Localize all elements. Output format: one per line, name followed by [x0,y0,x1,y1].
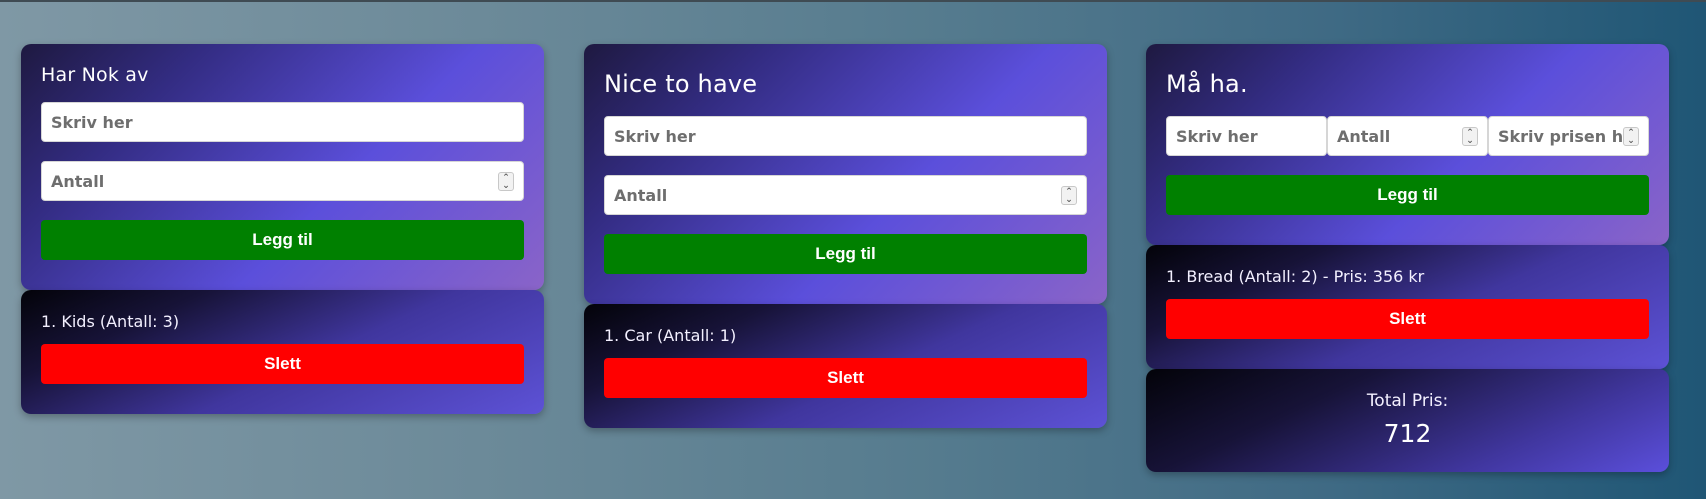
quantity-input[interactable]: Antall ⌃ ⌄ [1327,116,1488,156]
stepper-icon[interactable]: ⌃ ⌄ [498,172,514,191]
total-price-value: 712 [1383,419,1432,448]
total-price-label: Total Pris: [1366,391,1449,411]
item-name-input[interactable]: Skriv her [604,116,1087,156]
section-title: Må ha. [1166,70,1248,98]
total-price-card: Total Pris: 712 [1146,369,1669,472]
har-nok-av-column: Har Nok av Skriv her Antall ⌃ ⌄ Legg til … [21,44,544,414]
input-placeholder: Antall [51,171,105,191]
delete-button[interactable]: Slett [41,344,524,384]
list-item: 1. Bread (Antall: 2) - Pris: 356 kr [1166,267,1425,286]
input-placeholder: Antall [1337,126,1391,146]
item-name-input[interactable]: Skriv her [41,102,524,142]
add-button[interactable]: Legg til [41,220,524,260]
quantity-input[interactable]: Antall ⌃ ⌄ [604,175,1087,215]
har-nok-av-list-card: 1. Kids (Antall: 3) Slett [21,290,544,414]
delete-button[interactable]: Slett [604,358,1087,398]
add-button[interactable]: Legg til [1166,175,1649,215]
ma-ha-column: Må ha. Skriv her Antall ⌃ ⌄ Skriv prisen … [1146,44,1669,472]
price-input-text-wrap: Skriv prisen her [1498,127,1639,146]
input-placeholder: Antall [614,185,668,205]
input-placeholder: Skriv her [1176,126,1258,146]
har-nok-av-form-card: Har Nok av Skriv her Antall ⌃ ⌄ Legg til [21,44,544,290]
nice-to-have-list-card: 1. Car (Antall: 1) Slett [584,304,1107,428]
input-placeholder: Skriv her [51,112,133,132]
price-input[interactable]: Skriv prisen her ⌃ ⌄ [1488,116,1649,156]
ma-ha-list-card: 1. Bread (Antall: 2) - Pris: 356 kr Slet… [1146,245,1669,369]
input-placeholder: Skriv prisen her [1498,126,1639,146]
section-title: Nice to have [604,70,758,98]
list-item: 1. Kids (Antall: 3) [41,312,180,331]
list-item: 1. Car (Antall: 1) [604,326,737,345]
section-title: Har Nok av [41,64,149,86]
input-placeholder: Skriv her [614,126,696,146]
nice-to-have-column: Nice to have Skriv her Antall ⌃ ⌄ Legg ti… [584,44,1107,428]
delete-button[interactable]: Slett [1166,299,1649,339]
item-name-input[interactable]: Skriv her [1166,116,1327,156]
stepper-icon[interactable]: ⌃ ⌄ [1623,127,1639,146]
input-row: Skriv her Antall ⌃ ⌄ Skriv prisen her ⌃ ⌄ [1166,116,1649,156]
nice-to-have-form-card: Nice to have Skriv her Antall ⌃ ⌄ Legg ti… [584,44,1107,304]
stepper-icon[interactable]: ⌃ ⌄ [1061,186,1077,205]
stepper-icon[interactable]: ⌃ ⌄ [1462,127,1478,146]
ma-ha-form-card: Må ha. Skriv her Antall ⌃ ⌄ Skriv prisen … [1146,44,1669,245]
quantity-input[interactable]: Antall ⌃ ⌄ [41,161,524,201]
add-button[interactable]: Legg til [604,234,1087,274]
